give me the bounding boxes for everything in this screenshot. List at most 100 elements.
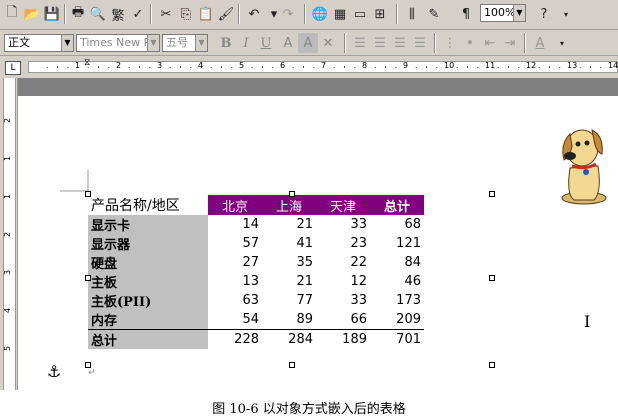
paste-icon[interactable]: 📋: [196, 4, 216, 24]
data-cell[interactable]: 21: [262, 272, 316, 291]
row-header-cell[interactable]: 硬盘: [88, 253, 208, 272]
resize-handle[interactable]: [289, 191, 295, 197]
toolbar-options-icon[interactable]: ▾: [552, 33, 572, 53]
cut-icon[interactable]: ✂: [156, 4, 176, 24]
data-cell[interactable]: 12: [316, 272, 370, 291]
data-cell[interactable]: 46: [370, 272, 424, 291]
row-header-cell[interactable]: 主板(PII): [88, 291, 208, 310]
total-cell[interactable]: 284: [262, 329, 316, 349]
redo-icon[interactable]: ↷: [278, 4, 298, 24]
data-cell[interactable]: 57: [208, 234, 262, 253]
font-size-select[interactable]: 五号 ▼: [162, 34, 208, 52]
open-folder-icon[interactable]: 📂: [22, 4, 42, 24]
insert-table-icon[interactable]: ▭: [350, 4, 370, 24]
total-label-cell[interactable]: 总计: [88, 329, 208, 349]
embedded-table[interactable]: 产品名称/地区 北京 上海 天津 总计 显示卡 14 21 33 68 显示器 57 41 23 121 硬盘…: [88, 195, 424, 349]
print-preview-icon[interactable]: 🔍: [88, 4, 108, 24]
resize-handle[interactable]: [489, 275, 495, 281]
italic-button[interactable]: I: [236, 33, 256, 53]
data-cell[interactable]: 68: [370, 215, 424, 234]
hyperlink-icon[interactable]: 🌐: [310, 4, 330, 24]
insert-excel-icon[interactable]: ⊞: [370, 4, 390, 24]
resize-handle[interactable]: [85, 275, 91, 281]
undo-icon[interactable]: ↶: [244, 4, 264, 24]
underline-button[interactable]: U: [256, 33, 276, 53]
columns-icon[interactable]: ⫼: [402, 4, 422, 24]
data-cell[interactable]: 84: [370, 253, 424, 272]
resize-handle[interactable]: [85, 191, 91, 197]
character-scale-icon[interactable]: ✕: [318, 33, 338, 53]
tables-borders-icon[interactable]: ▦: [330, 4, 350, 24]
style-select[interactable]: 正文 ▼: [4, 34, 74, 52]
resize-handle[interactable]: [289, 362, 295, 368]
row-header-cell[interactable]: 内存: [88, 310, 208, 330]
resize-handle[interactable]: [489, 191, 495, 197]
data-cell[interactable]: 66: [316, 310, 370, 330]
row-header-cell[interactable]: 显示卡: [88, 215, 208, 234]
data-cell[interactable]: 54: [208, 310, 262, 330]
row-header-cell[interactable]: 显示器: [88, 234, 208, 253]
ruler-number: 2: [116, 61, 122, 70]
increase-indent-icon[interactable]: ⇥: [500, 33, 520, 53]
data-cell[interactable]: 33: [316, 215, 370, 234]
decrease-indent-icon[interactable]: ⇤: [480, 33, 500, 53]
horizontal-ruler[interactable]: L 1 2 3 4 5 6 7 8 9 10 11 12 13 14 ⧖: [0, 56, 618, 79]
chevron-down-icon[interactable]: ▼: [147, 35, 159, 51]
align-left-icon[interactable]: ☰: [350, 33, 370, 53]
data-cell[interactable]: 209: [370, 310, 424, 330]
data-cell[interactable]: 22: [316, 253, 370, 272]
print-icon[interactable]: 🖶: [68, 4, 88, 24]
bold-button[interactable]: B: [216, 33, 236, 53]
font-color-button[interactable]: A: [278, 33, 298, 53]
resize-handle[interactable]: [489, 362, 495, 368]
format-painter-icon[interactable]: 🖌: [216, 4, 236, 24]
toolbar-options-icon[interactable]: ▾: [556, 4, 576, 24]
chevron-down-icon[interactable]: ▼: [61, 35, 73, 51]
data-cell[interactable]: 33: [316, 291, 370, 310]
help-icon[interactable]: ?: [534, 4, 554, 24]
data-cell[interactable]: 23: [316, 234, 370, 253]
new-document-icon[interactable]: 🗋: [2, 4, 22, 24]
justify-icon[interactable]: ☰: [410, 33, 430, 53]
align-right-icon[interactable]: ☰: [390, 33, 410, 53]
chevron-down-icon[interactable]: ▼: [513, 5, 525, 21]
row-header-cell[interactable]: 主板: [88, 272, 208, 291]
data-cell[interactable]: 14: [208, 215, 262, 234]
spelling-check-icon[interactable]: ✓: [128, 4, 148, 24]
column-header-cell[interactable]: 北京: [208, 195, 262, 215]
data-cell[interactable]: 173: [370, 291, 424, 310]
column-header-cell[interactable]: 天津: [316, 195, 370, 215]
drawing-icon[interactable]: ✎: [424, 4, 444, 24]
indent-marker-icon[interactable]: ⧖: [84, 58, 90, 68]
tab-stop-selector[interactable]: L: [5, 61, 21, 75]
traditional-chinese-icon[interactable]: 繁: [108, 4, 128, 24]
align-center-icon[interactable]: ☰: [370, 33, 390, 53]
border-icon[interactable]: A: [530, 33, 550, 53]
data-cell[interactable]: 41: [262, 234, 316, 253]
total-cell[interactable]: 228: [208, 329, 262, 349]
show-hide-icon[interactable]: ¶: [456, 4, 476, 24]
data-cell[interactable]: 121: [370, 234, 424, 253]
data-cell[interactable]: 89: [262, 310, 316, 330]
column-header-cell[interactable]: 上海: [262, 195, 316, 215]
numbering-icon[interactable]: ⋮: [440, 33, 460, 53]
data-cell[interactable]: 13: [208, 272, 262, 291]
save-icon[interactable]: 💾: [42, 4, 62, 24]
data-cell[interactable]: 21: [262, 215, 316, 234]
bullets-icon[interactable]: •: [460, 33, 480, 53]
corner-label-cell[interactable]: 产品名称/地区: [88, 195, 208, 215]
data-cell[interactable]: 63: [208, 291, 262, 310]
font-select[interactable]: Times New Ro ▼: [76, 34, 160, 52]
data-cell[interactable]: 27: [208, 253, 262, 272]
zoom-select[interactable]: 100% ▼: [480, 4, 526, 22]
vertical-ruler[interactable]: 2 1 1 2 3 4 5: [0, 78, 18, 390]
data-cell[interactable]: 35: [262, 253, 316, 272]
data-cell[interactable]: 77: [262, 291, 316, 310]
column-header-cell[interactable]: 总计: [370, 195, 424, 215]
total-cell[interactable]: 189: [316, 329, 370, 349]
total-cell[interactable]: 701: [370, 329, 424, 349]
office-assistant-dog-icon[interactable]: [556, 120, 612, 206]
chevron-down-icon[interactable]: ▼: [195, 35, 207, 51]
shading-button[interactable]: A: [298, 33, 318, 53]
copy-icon[interactable]: ⎘: [176, 4, 196, 24]
